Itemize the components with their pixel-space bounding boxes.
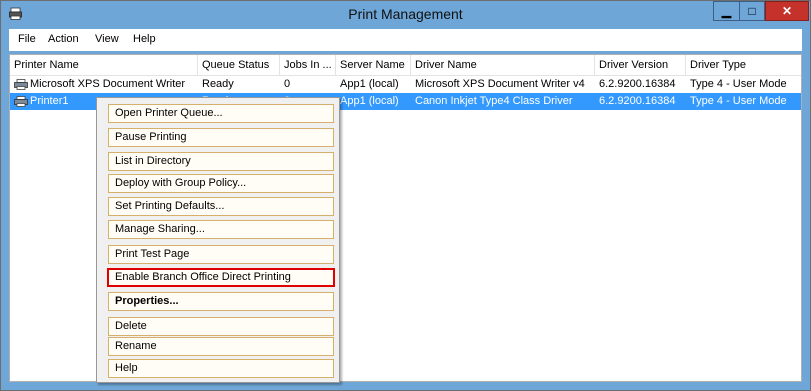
cell-driver-type: Type 4 - User Mode — [690, 78, 787, 90]
table-row[interactable]: Microsoft XPS Document Writer Ready 0 Ap… — [10, 76, 801, 93]
column-server-name[interactable]: Server Name — [336, 55, 411, 75]
cell-server-name: App1 (local) — [340, 78, 399, 90]
menu-help[interactable]: Help — [133, 33, 156, 45]
column-driver-type[interactable]: Driver Type — [686, 55, 801, 75]
column-driver-name[interactable]: Driver Name — [411, 55, 595, 75]
menu-item-deploy-group-policy[interactable]: Deploy with Group Policy... — [108, 174, 334, 193]
menu-item-print-test-page[interactable]: Print Test Page — [108, 245, 334, 264]
close-button[interactable]: ✕ — [765, 1, 809, 21]
cell-driver-name: Microsoft XPS Document Writer v4 — [415, 78, 585, 90]
menu-item-delete[interactable]: Delete — [108, 317, 334, 336]
menu-bar: File Action View Help — [9, 29, 802, 51]
context-menu-gutter — [97, 98, 106, 382]
column-driver-version[interactable]: Driver Version — [595, 55, 686, 75]
menu-item-open-printer-queue[interactable]: Open Printer Queue... — [108, 104, 334, 123]
cell-server-name: App1 (local) — [340, 95, 399, 107]
cell-jobs: 0 — [284, 78, 291, 90]
cell-queue-status: Ready — [202, 78, 234, 90]
column-printer-name[interactable]: Printer Name — [10, 55, 198, 75]
window-title: Print Management — [348, 6, 463, 22]
menu-item-manage-sharing[interactable]: Manage Sharing... — [108, 220, 334, 239]
menu-view[interactable]: View — [95, 33, 119, 45]
cell-driver-version: 6.2.9200.16384 — [599, 95, 676, 107]
cell-driver-version: 6.2.9200.16384 — [599, 78, 676, 90]
title-bar[interactable]: Print Management ▁ □ ✕ — [1, 1, 810, 27]
cell-driver-name: Canon Inkjet Type4 Class Driver — [415, 95, 573, 107]
column-header-row: Printer Name Queue Status Jobs In ... Se… — [10, 55, 801, 76]
menu-item-enable-branch-office-direct-printing[interactable]: Enable Branch Office Direct Printing — [107, 268, 335, 287]
menu-item-set-printing-defaults[interactable]: Set Printing Defaults... — [108, 197, 334, 216]
print-management-window: Print Management ▁ □ ✕ File Action View … — [0, 0, 811, 391]
menu-item-help[interactable]: Help — [108, 359, 334, 378]
menu-file[interactable]: File — [18, 33, 36, 45]
minimize-icon: ▁ — [721, 4, 732, 18]
column-queue-status[interactable]: Queue Status — [198, 55, 280, 75]
maximize-icon: □ — [748, 4, 756, 18]
menu-action[interactable]: Action — [48, 33, 79, 45]
column-jobs-in-queue[interactable]: Jobs In ... — [280, 55, 336, 75]
context-menu: Open Printer Queue... Pause Printing Lis… — [96, 97, 340, 383]
maximize-button[interactable]: □ — [739, 1, 765, 21]
menu-item-rename[interactable]: Rename — [108, 337, 334, 356]
cell-printer-name: Microsoft XPS Document Writer — [30, 78, 186, 90]
minimize-button[interactable]: ▁ — [713, 1, 739, 21]
menu-item-pause-printing[interactable]: Pause Printing — [108, 128, 334, 147]
menu-item-properties[interactable]: Properties... — [108, 292, 334, 311]
menu-item-list-in-directory[interactable]: List in Directory — [108, 152, 334, 171]
close-icon: ✕ — [781, 4, 793, 18]
cell-driver-type: Type 4 - User Mode — [690, 95, 787, 107]
